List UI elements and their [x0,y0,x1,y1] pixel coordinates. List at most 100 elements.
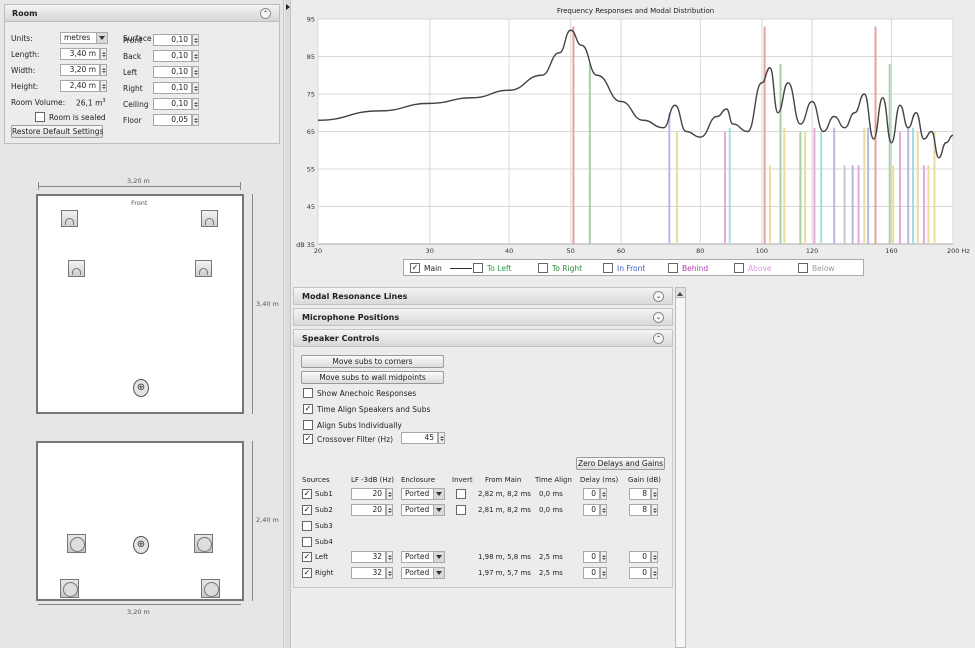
delay-input[interactable]: 0 [583,504,600,516]
gain-spinner[interactable] [651,488,658,500]
scroll-up-button[interactable] [676,288,685,298]
expand-down-icon[interactable]: ⌄ [653,312,664,323]
surface-input-ceiling[interactable]: 0,10 [153,98,192,110]
delay-spinner[interactable] [600,567,607,579]
legend-checkbox-to-right[interactable] [538,263,548,273]
surface-input-back[interactable]: 0,10 [153,50,192,62]
gain-spinner[interactable] [651,551,658,563]
lf-input[interactable]: 20 [351,488,386,500]
delay-spinner[interactable] [600,488,607,500]
surface-input-left[interactable]: 0,10 [153,66,192,78]
legend-checkbox-main[interactable]: ✓ [410,263,420,273]
room-panel-header[interactable]: Room ⌃ [5,5,279,22]
vertical-scrollbar[interactable] [675,287,686,648]
gain-input[interactable]: 8 [629,504,651,516]
move-subs-corners-button[interactable]: Move subs to corners [301,355,444,368]
align-subs-checkbox[interactable] [303,420,313,430]
lf-spinner[interactable] [386,551,393,563]
sub-icon[interactable] [201,579,220,598]
enclosure-select[interactable]: Ported [401,504,445,516]
collapse-up-icon[interactable]: ⌃ [260,8,271,19]
sub-icon[interactable] [194,534,213,553]
lf-spinner[interactable] [386,504,393,516]
speaker-front-right-icon[interactable] [201,210,218,227]
section-microphone-positions[interactable]: Microphone Positions ⌄ [293,308,673,326]
legend-checkbox-below[interactable] [798,263,808,273]
gain-spinner[interactable] [651,504,658,516]
time-align-value: 2,5 ms [539,569,563,577]
legend-checkbox-above[interactable] [734,263,744,273]
expand-down-icon[interactable]: ⌄ [653,291,664,302]
surface-input-front[interactable]: 0,10 [153,34,192,46]
speaker-front-left-icon[interactable] [61,210,78,227]
surface-input-right[interactable]: 0,10 [153,82,192,94]
surface-spinner[interactable] [192,98,199,110]
gain-spinner[interactable] [651,567,658,579]
restore-defaults-button[interactable]: Restore Default Settings [11,125,103,138]
collapse-up-icon[interactable]: ⌃ [653,333,664,344]
crossover-spinner[interactable] [438,432,445,444]
delay-input[interactable]: 0 [583,551,600,563]
gain-input[interactable]: 0 [629,551,651,563]
delay-spinner[interactable] [600,504,607,516]
lf-input[interactable]: 20 [351,504,386,516]
microphone-icon[interactable]: ⊕ [133,536,149,554]
move-subs-midpoints-button[interactable]: Move subs to wall midpoints [301,371,444,384]
sub-icon[interactable] [67,534,86,553]
delay-spinner[interactable] [600,551,607,563]
length-spinner[interactable] [100,48,107,60]
lf-spinner[interactable] [386,567,393,579]
delay-input[interactable]: 0 [583,488,600,500]
crossover-input[interactable]: 45 [401,432,438,444]
gain-input[interactable]: 8 [629,488,651,500]
gain-input[interactable]: 0 [629,567,651,579]
length-input[interactable]: 3,40 m [60,48,100,60]
source-name: Sub4 [315,538,333,546]
time-align-checkbox[interactable]: ✓ [303,404,313,414]
source-checkbox-right[interactable]: ✓ [302,568,312,578]
microphone-icon[interactable]: ⊕ [133,379,149,397]
surface-spinner[interactable] [192,82,199,94]
delay-input[interactable]: 0 [583,567,600,579]
surface-spinner[interactable] [192,34,199,46]
enclosure-select[interactable]: Ported [401,551,445,563]
section-speaker-controls[interactable]: Speaker Controls ⌃ [293,329,673,347]
source-checkbox-left[interactable]: ✓ [302,552,312,562]
width-spinner[interactable] [100,64,107,76]
surface-spinner[interactable] [192,66,199,78]
height-input[interactable]: 2,40 m [60,80,100,92]
enclosure-select[interactable]: Ported [401,567,445,579]
align-subs-label: Align Subs Individually [317,421,402,430]
crossover-checkbox[interactable]: ✓ [303,434,313,444]
source-checkbox-sub1[interactable]: ✓ [302,489,312,499]
lf-input[interactable]: 32 [351,551,386,563]
invert-checkbox[interactable] [456,489,466,499]
source-checkbox-sub3[interactable] [302,521,312,531]
invert-checkbox[interactable] [456,505,466,515]
lf-spinner[interactable] [386,488,393,500]
splitter[interactable] [285,0,291,648]
lf-input[interactable]: 32 [351,567,386,579]
enclosure-select[interactable]: Ported [401,488,445,500]
dropdown-arrow-icon [96,33,107,43]
surface-spinner[interactable] [192,50,199,62]
source-checkbox-sub4[interactable] [302,537,312,547]
y-tick-label: 85 [307,53,315,61]
source-checkbox-sub2[interactable]: ✓ [302,505,312,515]
speaker-right-icon[interactable] [195,260,212,277]
surface-spinner[interactable] [192,114,199,126]
section-modal-resonance[interactable]: Modal Resonance Lines ⌄ [293,287,673,305]
zero-delays-gains-button[interactable]: Zero Delays and Gains [576,457,665,470]
surface-input-floor[interactable]: 0,05 [153,114,192,126]
legend-checkbox-behind[interactable] [668,263,678,273]
width-input[interactable]: 3,20 m [60,64,100,76]
legend-checkbox-to-left[interactable] [473,263,483,273]
show-anechoic-label: Show Anechoic Responses [317,389,417,398]
show-anechoic-checkbox[interactable] [303,388,313,398]
height-spinner[interactable] [100,80,107,92]
units-select[interactable]: metres [60,32,108,44]
room-sealed-checkbox[interactable] [35,112,45,122]
speaker-left-icon[interactable] [68,260,85,277]
sub-icon[interactable] [60,579,79,598]
legend-checkbox-in-front[interactable] [603,263,613,273]
